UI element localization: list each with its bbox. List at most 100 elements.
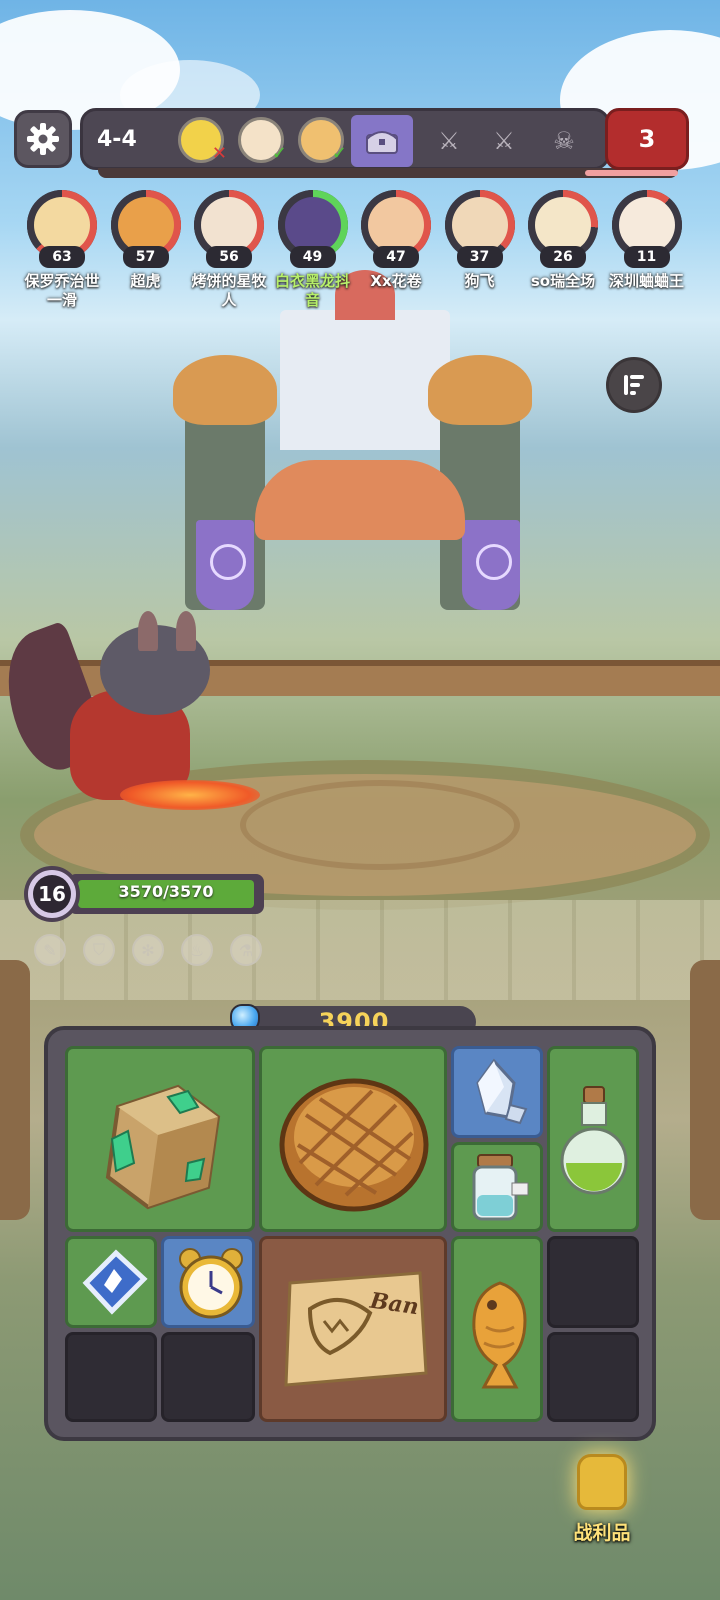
arena-inner-ring (240, 780, 520, 870)
green-potion-icon (560, 1086, 628, 1195)
player-card[interactable]: 57 超虎 (104, 190, 188, 291)
stage-crossed-swords-6[interactable]: ⚔ (478, 115, 530, 167)
snowflake-icon[interactable]: ✻ (132, 934, 164, 966)
player-name: 深圳蛐蛐王 (608, 272, 684, 290)
stage-boss-skull-7[interactable]: ☠ (538, 115, 590, 167)
player-portrait (284, 197, 341, 253)
lives-counter: 3 (605, 108, 689, 170)
player-avatar: 49 (277, 190, 348, 268)
enemy-level: 16 (33, 875, 71, 913)
flame-effect (120, 780, 260, 810)
player-name: 保罗乔治世一滑 (24, 272, 100, 309)
player-avatar: 11 (611, 190, 682, 268)
melon-bread-icon (279, 1078, 429, 1212)
banner-right (462, 520, 520, 610)
player-portrait (201, 197, 257, 253)
player-hp: 37 (456, 246, 503, 268)
player-card[interactable]: 11 深圳蛐蛐王 (605, 190, 689, 291)
banner-left (196, 520, 254, 610)
inventory-slot-gem-cube[interactable] (65, 1046, 255, 1232)
taiyaki-icon (472, 1281, 527, 1389)
loot-label: 战利品 (573, 1522, 631, 1544)
loot-button[interactable]: 战利品 (562, 1454, 642, 1564)
inventory-slot-water-jar[interactable] (451, 1142, 543, 1232)
player-name: 狗飞 (464, 272, 495, 290)
player-name: 烤饼的星牧人 (191, 272, 267, 309)
stats-bars-icon (624, 375, 644, 395)
shield-icon[interactable]: ⛉ (83, 934, 115, 966)
inventory-slot-crystal[interactable] (451, 1046, 543, 1138)
monster-horn (138, 611, 158, 651)
inventory-panel: Ban (44, 1026, 656, 1441)
player-hp: 11 (623, 246, 670, 268)
enemy-buff-row: ✎ ⛉ ✻ ♨ ⚗ (34, 934, 274, 970)
stage-progress-bar: 4-4 ✕ ✓ ✓ ⚔ ⚔ ☠ (80, 108, 610, 170)
alarm-clock-icon (179, 1248, 243, 1319)
player-avatar: 56 (194, 190, 264, 268)
player-portrait (368, 197, 424, 253)
player-hp: 49 (289, 246, 336, 268)
feather-icon[interactable]: ✎ (34, 934, 66, 966)
inventory-slot-green-potion[interactable] (547, 1046, 639, 1232)
player-portrait (451, 197, 508, 253)
inventory-slot-melon-bread[interactable] (259, 1046, 447, 1232)
inventory-slot-empty[interactable] (65, 1332, 157, 1422)
inventory-slot-spell-card[interactable] (65, 1236, 157, 1328)
inventory-slot-taiyaki[interactable] (451, 1236, 543, 1422)
player-hp: 47 (373, 246, 419, 268)
player-card[interactable]: 37 狗飞 (438, 190, 522, 291)
player-portrait (34, 197, 90, 253)
inventory-slot-empty[interactable] (547, 1332, 639, 1422)
inventory-slot-ban-scroll[interactable]: Ban (259, 1236, 447, 1422)
inventory-slot-empty[interactable] (161, 1332, 255, 1422)
player-avatar: 47 (361, 190, 431, 268)
gear-icon (27, 123, 59, 155)
stage-level: 4-4 (97, 127, 137, 152)
player-name: so瑞全场 (530, 272, 596, 290)
stats-button[interactable] (606, 357, 662, 413)
spell-card-icon (82, 1249, 148, 1315)
hp-track: 3570/3570 (68, 874, 264, 914)
player-hp: 56 (206, 246, 252, 268)
player-portrait (618, 197, 675, 253)
crystal-icon (476, 1058, 528, 1125)
chest-icon (366, 131, 398, 154)
stage-opponent-1[interactable]: ✕ (178, 117, 227, 164)
player-hp: 63 (39, 246, 85, 268)
player-avatar: 57 (110, 190, 181, 268)
boss-skull-icon: ☠ (553, 127, 575, 155)
stage-crossed-swords-5[interactable]: ⚔ (423, 115, 475, 167)
player-card[interactable]: 47 Xx花卷 (354, 190, 438, 291)
crossed-swords-icon: ⚔ (438, 127, 460, 155)
potion-icon[interactable]: ⚗ (230, 934, 262, 966)
player-name: Xx花卷 (370, 272, 422, 290)
inventory-slot-alarm-clock[interactable] (161, 1236, 255, 1328)
player-hp: 26 (540, 246, 586, 268)
gem-cube-icon (105, 1084, 221, 1210)
stage-opponent-2[interactable]: ✓ (238, 117, 287, 164)
castle (280, 270, 450, 450)
monster-head (100, 611, 210, 715)
player-card[interactable]: 56 烤饼的星牧人 (187, 190, 271, 310)
water-jar-icon (472, 1154, 529, 1221)
fire-icon[interactable]: ♨ (181, 934, 213, 966)
player-card[interactable]: 26 so瑞全场 (521, 190, 605, 291)
player-card[interactable]: 49 白衣黑龙抖音 (271, 190, 355, 310)
stage-opponent-3[interactable]: ✓ (298, 117, 347, 164)
player-card[interactable]: 63 保罗乔治世一滑 (20, 190, 104, 310)
player-list: 63 保罗乔治世一滑 57 超虎 56 烤饼的星牧人 49 白衣黑龙抖音 47 Xx花卷 37 狗飞 2… (20, 190, 700, 310)
player-avatar: 37 (444, 190, 515, 268)
enemy-monster[interactable] (0, 610, 260, 830)
settings-button[interactable] (14, 110, 72, 168)
won-check-icon: ✓ (331, 143, 347, 164)
round-timer-fill (585, 170, 678, 176)
round-timer-bar (98, 168, 678, 178)
stage-chest-current[interactable] (351, 115, 413, 167)
player-avatar: 26 (528, 190, 598, 268)
inventory-slot-empty[interactable] (547, 1236, 639, 1328)
player-avatar: 63 (27, 190, 97, 268)
player-name: 超虎 (130, 272, 161, 290)
ban-scroll-icon (284, 1271, 428, 1387)
crossed-swords-icon: ⚔ (493, 127, 515, 155)
player-portrait (535, 197, 591, 253)
